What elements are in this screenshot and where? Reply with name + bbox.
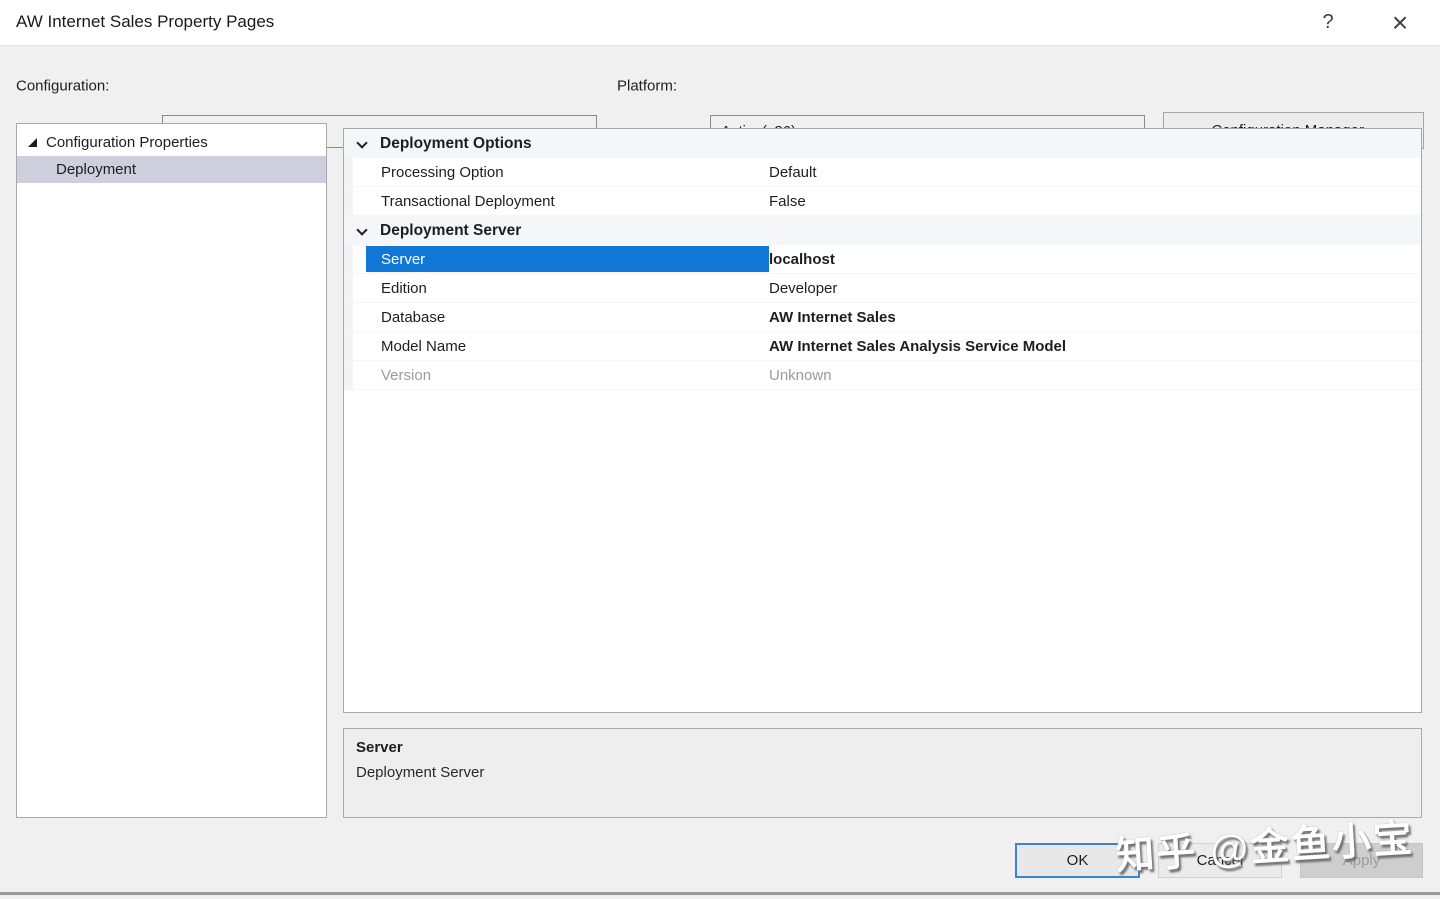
property-row-processing-option[interactable]: Processing Option Default (344, 158, 1421, 187)
property-row-version: Version Unknown (344, 361, 1421, 390)
help-icon[interactable]: ? (1306, 0, 1350, 45)
tree-item-label: Deployment (56, 161, 136, 178)
property-value[interactable]: AW Internet Sales Analysis Service Model (769, 332, 1411, 360)
tree-item-deployment[interactable]: Deployment (17, 156, 326, 183)
window-title: AW Internet Sales Property Pages (16, 12, 274, 32)
chevron-down-icon (356, 224, 367, 235)
property-value[interactable]: localhost (769, 245, 1411, 273)
platform-label: Platform: (617, 78, 677, 95)
property-name: Edition (366, 275, 769, 301)
property-value[interactable]: AW Internet Sales (769, 303, 1411, 331)
property-row-model-name[interactable]: Model Name AW Internet Sales Analysis Se… (344, 332, 1421, 361)
tree-root-label: Configuration Properties (46, 134, 208, 151)
category-label: Deployment Server (380, 216, 521, 245)
property-name: Transactional Deployment (366, 188, 769, 214)
property-name: Database (366, 304, 769, 330)
title-bar: AW Internet Sales Property Pages ? × (0, 0, 1440, 46)
property-value[interactable]: Developer (769, 274, 1411, 302)
property-value[interactable]: False (769, 187, 1411, 215)
close-icon[interactable]: × (1378, 0, 1422, 45)
property-value[interactable]: Default (769, 158, 1411, 186)
property-grid: Deployment Options Processing Option Def… (343, 128, 1422, 713)
grid-rows: Deployment Options Processing Option Def… (344, 129, 1421, 390)
tree-expanded-icon[interactable] (28, 138, 37, 147)
property-row-transactional-deployment[interactable]: Transactional Deployment False (344, 187, 1421, 216)
configuration-label: Configuration: (16, 78, 109, 95)
property-value: Unknown (769, 361, 1411, 389)
property-row-server[interactable]: Server localhost (344, 245, 1421, 274)
category-label: Deployment Options (380, 129, 532, 158)
tree-item-configuration-properties[interactable]: Configuration Properties (17, 129, 326, 156)
property-name: Processing Option (366, 159, 769, 185)
category-row-deployment-server[interactable]: Deployment Server (344, 216, 1421, 245)
category-row-deployment-options[interactable]: Deployment Options (344, 129, 1421, 158)
chevron-down-icon (356, 137, 367, 148)
property-row-edition[interactable]: Edition Developer (344, 274, 1421, 303)
window-bottom-edge (0, 892, 1440, 895)
description-panel: Server Deployment Server (343, 728, 1422, 818)
configuration-tree-panel: Configuration Properties Deployment (16, 123, 327, 818)
property-name: Server (366, 246, 769, 272)
configuration-toolbar: Configuration: Active(Development) Platf… (0, 46, 1440, 120)
description-text: Deployment Server (356, 764, 1409, 781)
description-title: Server (356, 739, 1409, 756)
property-row-database[interactable]: Database AW Internet Sales (344, 303, 1421, 332)
property-name: Model Name (366, 333, 769, 359)
property-name: Version (366, 362, 769, 388)
